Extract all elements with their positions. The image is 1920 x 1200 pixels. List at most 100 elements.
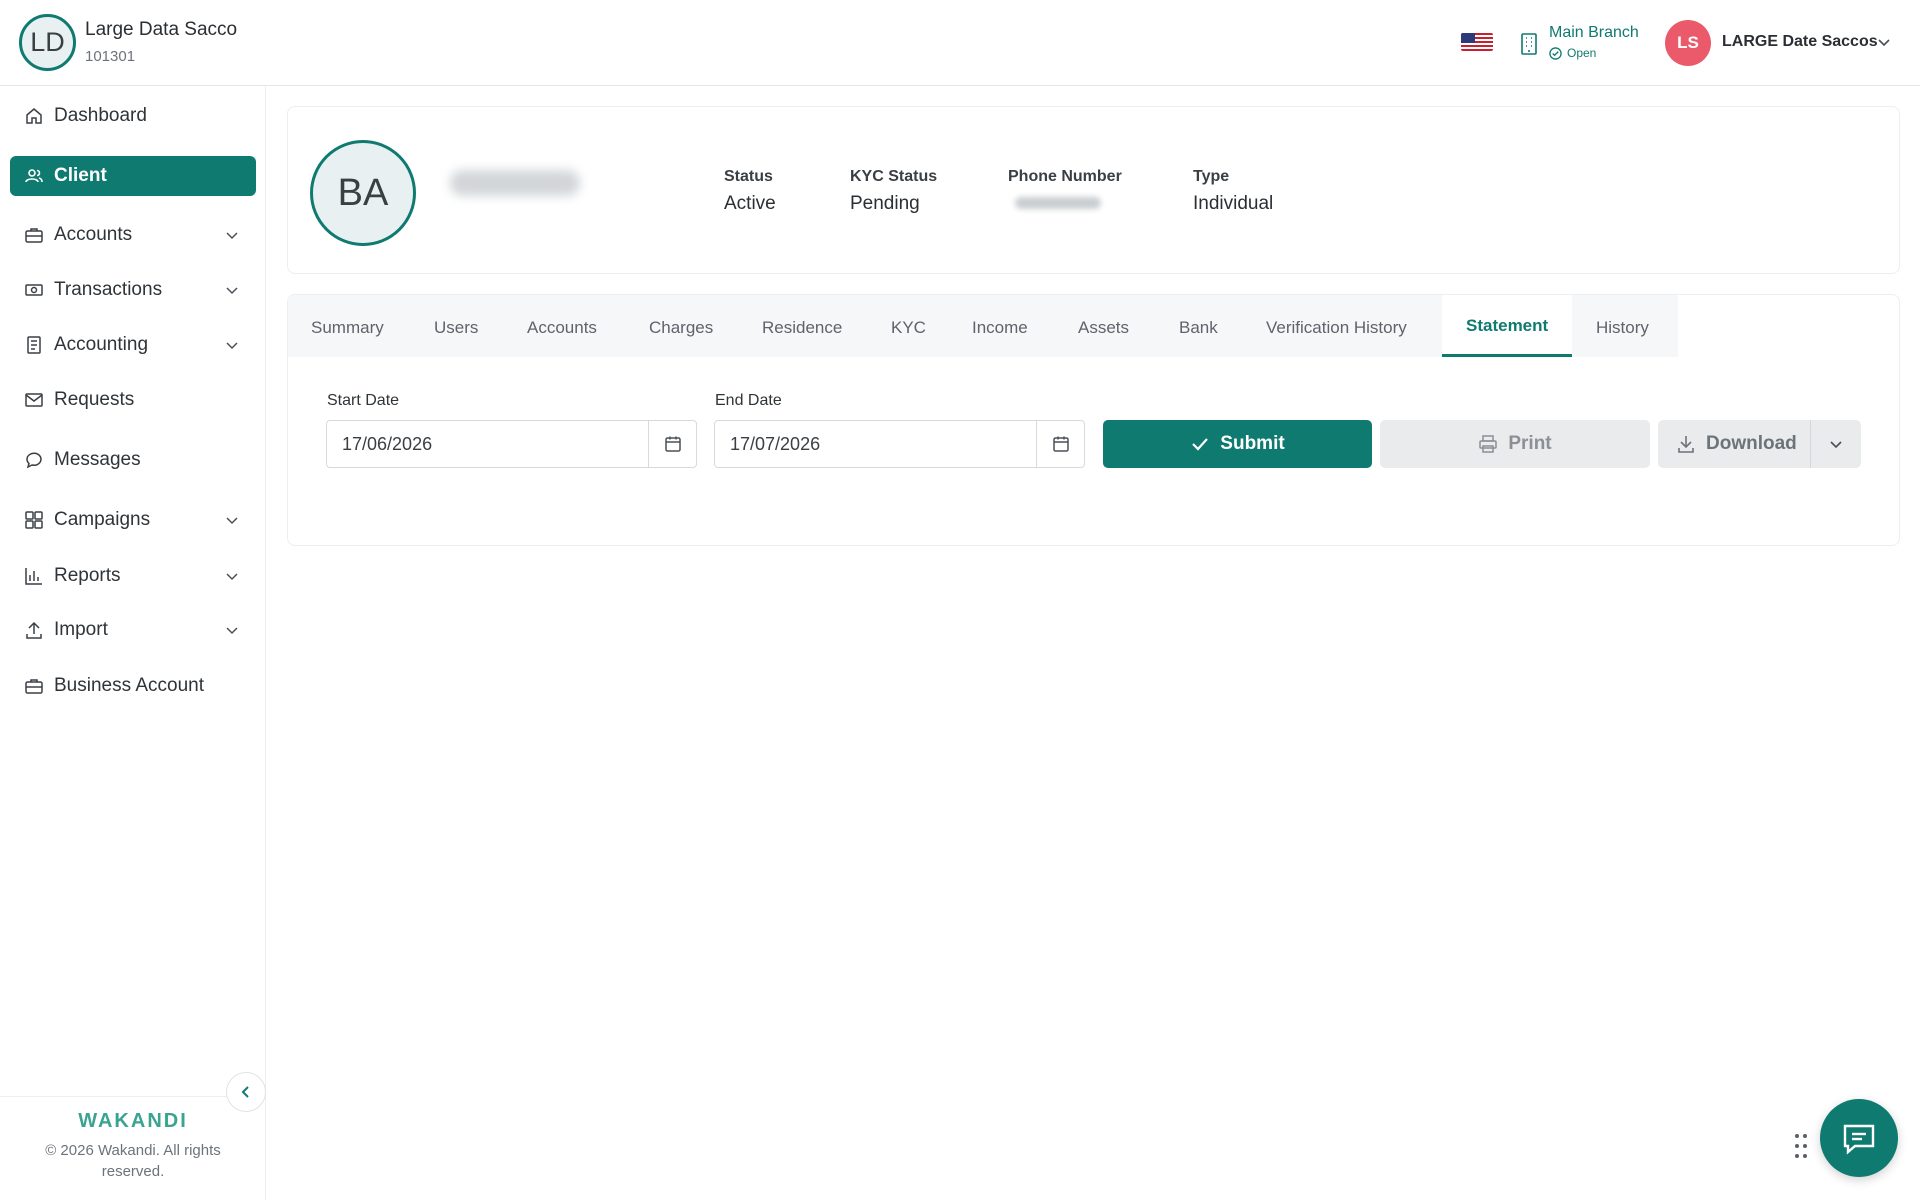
start-date-value[interactable]: 17/06/2026 [327, 434, 648, 455]
tab-kyc[interactable]: KYC [891, 318, 926, 338]
org-code: 101301 [85, 48, 136, 65]
sidebar-item-transactions[interactable]: Transactions [10, 270, 256, 310]
tab-users[interactable]: Users [434, 318, 478, 338]
calendar-icon[interactable] [1036, 421, 1084, 467]
chat-icon [24, 450, 44, 470]
sidebar-item-requests[interactable]: Requests [10, 380, 256, 420]
sidebar-item-label: Campaigns [54, 509, 151, 530]
sidebar-item-campaigns[interactable]: Campaigns [10, 500, 256, 540]
phone-number-label: Phone Number [1008, 168, 1122, 185]
chevron-down-icon[interactable] [224, 622, 240, 638]
tab-assets[interactable]: Assets [1078, 318, 1129, 338]
tab-income[interactable]: Income [972, 318, 1028, 338]
branch-name[interactable]: Main Branch [1549, 24, 1639, 42]
kyc-status-label: KYC Status [850, 168, 938, 185]
sidebar-item-dashboard[interactable]: Dashboard [10, 96, 256, 136]
check-icon [1190, 434, 1210, 454]
home-icon [24, 106, 44, 126]
building-icon [1520, 33, 1538, 55]
start-date-label: Start Date [327, 392, 400, 409]
type-label: Type [1193, 168, 1230, 185]
start-date-field[interactable]: 17/06/2026 [326, 420, 697, 468]
submit-button[interactable]: Submit [1103, 420, 1372, 468]
active-tab-indicator [1442, 354, 1572, 357]
download-options-toggle[interactable] [1810, 420, 1861, 468]
tab-verification-history[interactable]: Verification History [1266, 318, 1407, 338]
mail-icon [24, 390, 44, 410]
upload-icon [24, 620, 44, 640]
tab-charges[interactable]: Charges [649, 318, 713, 338]
tab-accounts[interactable]: Accounts [527, 318, 597, 338]
chevron-down-icon[interactable] [224, 227, 240, 243]
briefcase-icon [24, 225, 44, 245]
status-label: Status [724, 168, 773, 185]
sidebar-item-import[interactable]: Import [10, 610, 256, 650]
download-icon [1676, 434, 1696, 454]
sidebar-item-label: Business Account [54, 675, 204, 696]
collapse-sidebar-button[interactable] [226, 1072, 266, 1112]
brand-logo: WAKANDI [78, 1110, 188, 1132]
calendar-icon[interactable] [648, 421, 696, 467]
end-date-label: End Date [715, 392, 782, 409]
sidebar-item-reports[interactable]: Reports [10, 556, 256, 596]
grid-icon [24, 510, 44, 530]
org-name: Large Data Sacco [85, 19, 238, 40]
sidebar-item-label: Dashboard [54, 105, 147, 126]
end-date-value[interactable]: 17/07/2026 [715, 434, 1036, 455]
sidebar-item-label: Transactions [54, 279, 163, 300]
sidebar-item-business-account[interactable]: Business Account [10, 666, 256, 706]
sidebar-item-label: Requests [54, 389, 135, 410]
print-label: Print [1508, 433, 1552, 454]
check-circle-icon [1549, 46, 1562, 60]
printer-icon [1478, 434, 1498, 454]
sidebar-item-accounts[interactable]: Accounts [10, 215, 256, 255]
user-avatar[interactable]: LS [1665, 20, 1711, 66]
phone-number-redacted [1015, 197, 1101, 209]
status-value: Active [724, 193, 776, 214]
sidebar-item-client[interactable]: Client [10, 156, 256, 196]
chat-support-button[interactable] [1820, 1099, 1898, 1177]
sidebar-item-label: Client [54, 165, 107, 186]
us-flag-icon[interactable] [1461, 33, 1493, 51]
print-button[interactable]: Print [1380, 420, 1650, 468]
chevron-down-icon[interactable] [224, 337, 240, 353]
type-value: Individual [1193, 193, 1274, 214]
tab-statement[interactable]: Statement [1466, 316, 1548, 336]
sidebar-item-label: Reports [54, 565, 121, 586]
chevron-down-icon [1830, 441, 1842, 449]
sidebar-item-label: Messages [54, 449, 141, 470]
chevron-down-icon[interactable] [1876, 34, 1892, 50]
sidebar-item-messages[interactable]: Messages [10, 440, 256, 480]
users-icon [24, 166, 44, 186]
sidebar-item-label: Accounting [54, 334, 149, 355]
chat-bubble-icon [1843, 1124, 1875, 1155]
top-bar: LD Large Data Sacco 101301 Main Branch O… [0, 0, 1920, 86]
sidebar-item-label: Import [54, 619, 108, 640]
tab-bank[interactable]: Bank [1179, 318, 1218, 338]
download-label: Download [1706, 433, 1797, 454]
cash-icon [24, 280, 44, 300]
chevron-down-icon[interactable] [224, 282, 240, 298]
client-name-redacted [450, 170, 580, 196]
chevron-down-icon[interactable] [224, 568, 240, 584]
sidebar-item-label: Accounts [54, 224, 133, 245]
chevron-down-icon[interactable] [224, 512, 240, 528]
user-name[interactable]: LARGE Date Saccos [1722, 33, 1878, 51]
tab-residence[interactable]: Residence [762, 318, 842, 338]
end-date-field[interactable]: 17/07/2026 [714, 420, 1085, 468]
ledger-icon [24, 335, 44, 355]
drag-handle-icon[interactable] [1793, 1132, 1809, 1160]
org-avatar: LD [19, 14, 76, 71]
tab-history[interactable]: History [1596, 318, 1649, 338]
submit-label: Submit [1220, 433, 1285, 454]
briefcase-icon [24, 676, 44, 696]
branch-status-label: Open [1567, 46, 1597, 60]
sidebar-item-accounting[interactable]: Accounting [10, 325, 256, 365]
tab-summary[interactable]: Summary [311, 318, 384, 338]
branch-status: Open [1549, 46, 1596, 60]
chevron-left-icon [241, 1086, 249, 1098]
copyright-text: © 2026 Wakandi. All rights reserved. [45, 1142, 221, 1180]
bar-chart-icon [24, 566, 44, 586]
kyc-status-value: Pending [850, 193, 920, 214]
client-avatar: BA [310, 140, 416, 246]
